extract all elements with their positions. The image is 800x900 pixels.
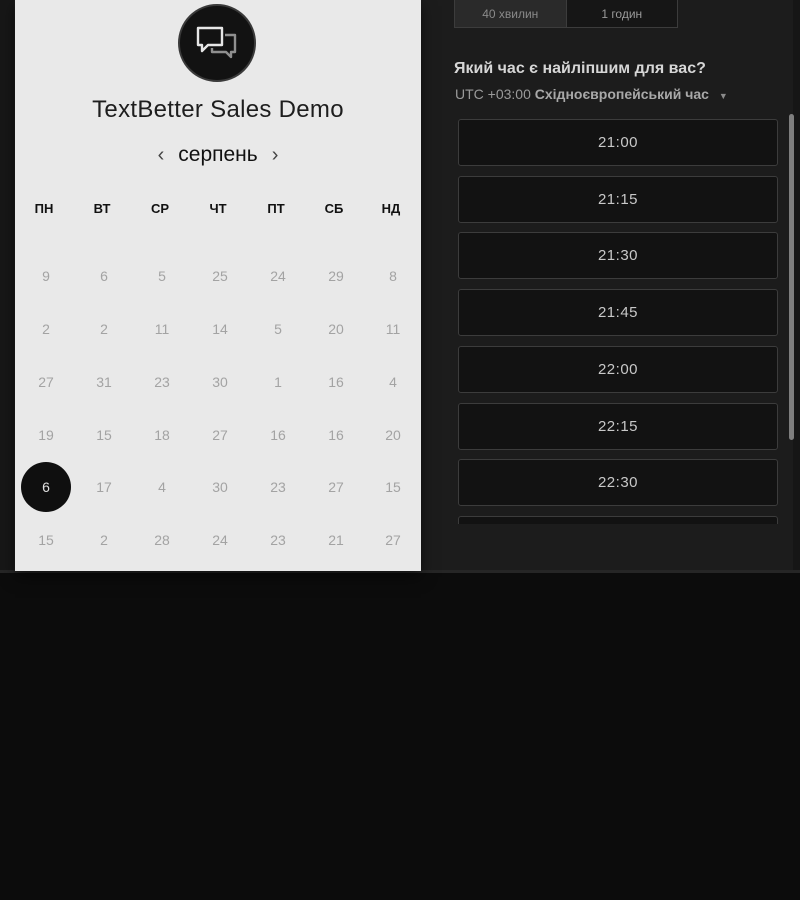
weekday-label: ВТ xyxy=(93,201,111,216)
weekday-label: НД xyxy=(381,201,401,216)
calendar-day[interactable]: 4 xyxy=(137,462,187,512)
time-question: Який час є найліпшим для вас? xyxy=(454,60,706,77)
calendar-day[interactable]: 20 xyxy=(311,304,361,354)
weekday-label: СР xyxy=(150,201,170,216)
calendar-day[interactable]: 25 xyxy=(195,251,245,301)
calendar-day[interactable]: 8 xyxy=(368,251,418,301)
calendar-day[interactable]: 28 xyxy=(137,515,187,565)
calendar-day[interactable]: 18 xyxy=(137,410,187,460)
calendar-day[interactable]: 30 xyxy=(195,462,245,512)
calendar-card: TextBetter Sales Demo ‹ серпень › ПН ВТ СР… xyxy=(15,0,421,571)
duration-option-40-min[interactable]: 40 хвилин xyxy=(455,0,567,27)
calendar-day[interactable]: 1 xyxy=(253,357,303,407)
time-slot[interactable]: 21:45 xyxy=(458,289,778,337)
weekday-label: ПН xyxy=(34,201,54,216)
calendar-day[interactable]: 16 xyxy=(311,357,361,407)
calendar-day[interactable]: 17 xyxy=(79,462,129,512)
calendar-day[interactable]: 14 xyxy=(195,304,245,354)
duration-option-1-hour[interactable]: 1 годин xyxy=(566,0,677,27)
calendar-day[interactable]: 20 xyxy=(368,410,418,460)
caret-down-icon: ▼ xyxy=(718,91,728,101)
month-label: серпень xyxy=(178,143,258,166)
chevron-right-icon[interactable]: › xyxy=(268,145,283,165)
calendar-day[interactable]: 23 xyxy=(137,357,187,407)
calendar-day[interactable]: 2 xyxy=(79,515,129,565)
calendar-day[interactable]: 2 xyxy=(21,304,71,354)
calendar-day[interactable]: 5 xyxy=(253,304,303,354)
timezone-name: Східноєвропейський час xyxy=(534,86,709,102)
calendar-day[interactable]: 23 xyxy=(253,515,303,565)
month-navigation: ‹ серпень › xyxy=(15,140,421,170)
calendar-day[interactable]: 11 xyxy=(137,304,187,354)
time-slot[interactable]: 21:30 xyxy=(458,232,778,280)
calendar-day[interactable]: 16 xyxy=(311,410,361,460)
event-title: TextBetter Sales Demo xyxy=(92,96,344,123)
calendar-day[interactable]: 15 xyxy=(79,410,129,460)
calendar-day[interactable]: 19 xyxy=(21,410,71,460)
selected-day[interactable]: 6 xyxy=(21,462,71,512)
time-slot-partial[interactable] xyxy=(458,515,778,524)
time-slot-list: 21:00 21:15 21:30 21:45 22:00 22:15 22:30 xyxy=(458,119,780,524)
right-edge xyxy=(793,0,800,572)
calendar-day[interactable]: 27 xyxy=(311,462,361,512)
calendar-day[interactable]: 24 xyxy=(195,515,245,565)
timezone-offset: UTC +03:00 xyxy=(455,86,531,102)
calendar-day[interactable]: 6 xyxy=(79,251,129,301)
duration-selector: 40 хвилин 1 годин xyxy=(454,0,678,28)
weekday-label: ПТ xyxy=(267,201,285,216)
calendar-day[interactable]: 15 xyxy=(21,515,71,565)
timezone-selector[interactable]: UTC +03:00 Східноєвропейський час ▼ xyxy=(455,86,728,102)
weekday-label: СБ xyxy=(324,201,344,216)
calendar-day[interactable]: 21 xyxy=(311,515,361,565)
time-slot[interactable]: 22:15 xyxy=(458,402,778,450)
calendar-day[interactable]: 11 xyxy=(368,304,418,354)
calendar-day[interactable]: 23 xyxy=(253,462,303,512)
chat-bubbles-icon xyxy=(178,4,256,82)
calendar-day[interactable]: 27 xyxy=(195,410,245,460)
chevron-left-icon[interactable]: ‹ xyxy=(154,145,169,165)
calendar-day[interactable]: 9 xyxy=(21,251,71,301)
calendar-day[interactable]: 27 xyxy=(21,357,71,407)
time-slot[interactable]: 22:30 xyxy=(458,459,778,507)
calendar-day[interactable]: 31 xyxy=(79,357,129,407)
calendar-day[interactable]: 16 xyxy=(253,410,303,460)
slot-list-scrollbar[interactable] xyxy=(789,114,794,440)
calendar-day[interactable]: 15 xyxy=(368,462,418,512)
weekday-label: ЧТ xyxy=(209,201,227,216)
calendar-day[interactable]: 30 xyxy=(195,357,245,407)
time-slot[interactable]: 21:00 xyxy=(458,119,778,166)
calendar-day[interactable]: 24 xyxy=(253,251,303,301)
calendar-day[interactable]: 29 xyxy=(311,251,361,301)
time-slot[interactable]: 21:15 xyxy=(458,175,778,223)
calendar-day[interactable]: 5 xyxy=(137,251,187,301)
calendar-day[interactable]: 27 xyxy=(368,515,418,565)
calendar-day[interactable]: 2 xyxy=(79,304,129,354)
calendar-day[interactable]: 4 xyxy=(368,357,418,407)
left-edge xyxy=(0,0,14,572)
scheduler-page: TextBetter Sales Demo ‹ серпень › ПН ВТ СР… xyxy=(0,0,800,573)
time-slot[interactable]: 22:00 xyxy=(458,345,778,393)
